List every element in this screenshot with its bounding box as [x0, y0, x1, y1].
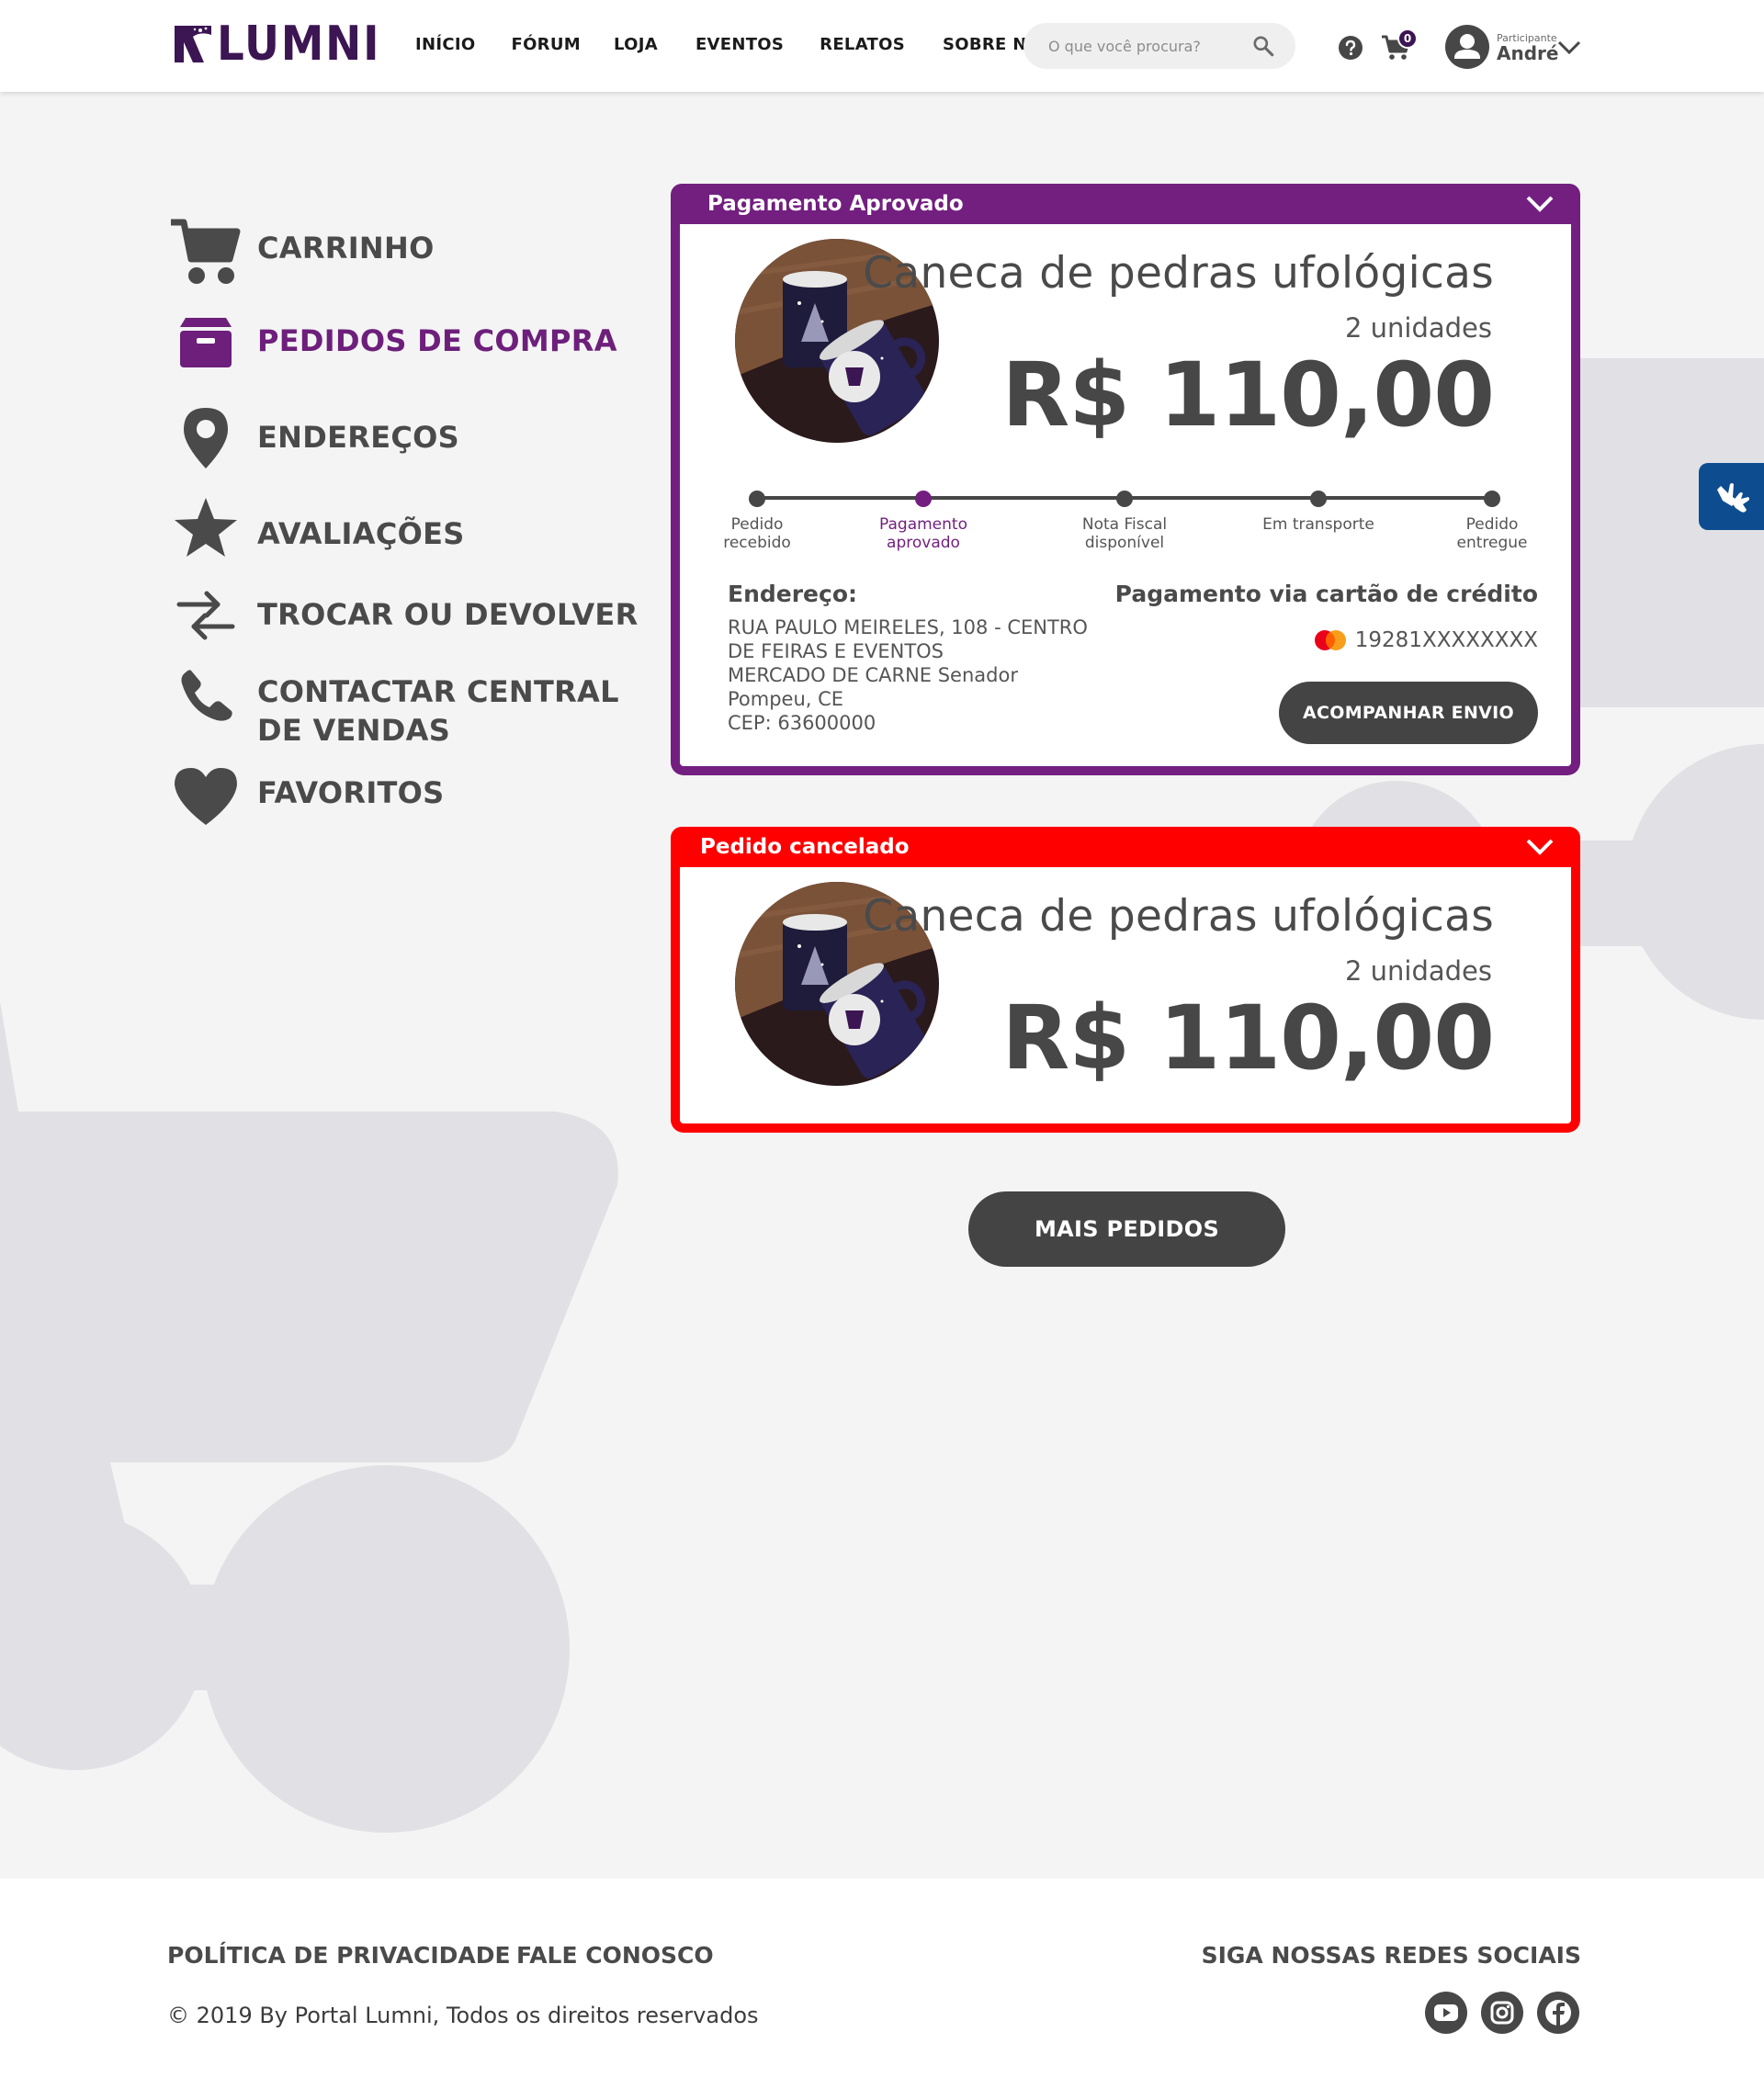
- sidebar-item-label: PEDIDOS DE COMPRA: [257, 323, 617, 358]
- contact-link[interactable]: FALE CONOSCO: [516, 1942, 714, 1969]
- lumni-logo[interactable]: LUMNI: [173, 20, 399, 68]
- user-avatar-icon[interactable]: [1444, 24, 1490, 70]
- nav-eventos[interactable]: EVENTOS: [695, 35, 784, 54]
- sign-language-widget[interactable]: [1699, 463, 1764, 530]
- star-icon: [175, 498, 237, 557]
- order-card-body: Caneca de pedras ufológicas 2 unidades R…: [680, 224, 1571, 766]
- cart-icon: [171, 219, 241, 284]
- progress-step-dot: [915, 491, 932, 507]
- progress-step-label: Pedido entregue: [1456, 515, 1528, 552]
- social-title: SIGA NOSSAS REDES SOCIAIS: [1201, 1942, 1581, 1969]
- user-name[interactable]: André: [1497, 42, 1558, 64]
- product-price: R$ 110,00: [1001, 344, 1495, 446]
- sign-language-hands-icon: [1716, 482, 1749, 513]
- progress-step-dot: [749, 491, 765, 507]
- instagram-icon[interactable]: [1480, 1991, 1524, 2035]
- address-line: RUA PAULO MEIRELES, 108 - CENTRO: [728, 616, 1088, 638]
- address-title: Endereço:: [728, 581, 858, 607]
- footer: POLÍTICA DE PRIVACIDADE FALE CONOSCO © 2…: [0, 1879, 1764, 2077]
- product-title: Caneca de pedras ufológicas: [863, 248, 1494, 299]
- sidebar-item-label: ENDEREÇOS: [257, 420, 459, 455]
- sidebar-item-label-line2: DE VENDAS: [257, 713, 451, 748]
- privacy-policy-link[interactable]: POLÍTICA DE PRIVACIDADE: [167, 1942, 511, 1969]
- order-status-text: Pedido cancelado: [700, 835, 910, 859]
- address-line: CEP: 63600000: [728, 712, 876, 734]
- product-units: 2 unidades: [1344, 955, 1492, 987]
- cart-count-badge: 0: [1397, 28, 1418, 49]
- mastercard-icon: [1315, 630, 1346, 650]
- nav-inicio[interactable]: INÍCIO: [415, 35, 475, 54]
- payment-title: Pagamento via cartão de crédito: [1114, 581, 1538, 607]
- exchange-arrows-icon: [176, 591, 235, 640]
- progress-step-dot: [1310, 491, 1327, 507]
- nav-forum[interactable]: FÓRUM: [511, 35, 581, 54]
- order-card-approved: Pagamento Aprovado Caneca de pedras ufol…: [671, 184, 1580, 775]
- sidebar-item-label: FAVORITOS: [257, 775, 445, 810]
- order-card-body: Caneca de pedras ufológicas 2 unidades R…: [680, 867, 1571, 1123]
- card-number: 19281XXXXXXXX: [1354, 628, 1538, 652]
- order-status-header[interactable]: Pedido cancelado: [671, 827, 1580, 867]
- more-orders-button[interactable]: MAIS PEDIDOS: [968, 1191, 1285, 1267]
- facebook-icon[interactable]: [1536, 1991, 1580, 2035]
- chevron-down-icon[interactable]: [1525, 195, 1555, 213]
- track-shipment-button[interactable]: ACOMPANHAR ENVIO: [1279, 682, 1538, 744]
- address-line: Pompeu, CE: [728, 688, 844, 710]
- address-line: MERCADO DE CARNE Senador: [728, 664, 1018, 686]
- sidebar-item-label: TROCAR OU DEVOLVER: [257, 597, 639, 632]
- order-status-text: Pagamento Aprovado: [707, 192, 964, 216]
- search-icon[interactable]: [1251, 34, 1275, 58]
- progress-step-dot: [1116, 491, 1133, 507]
- order-card-cancelled: Pedido cancelado Caneca de pedras ufológ…: [671, 827, 1580, 1133]
- product-price: R$ 110,00: [1001, 987, 1495, 1089]
- progress-step-label: Em transporte: [1262, 515, 1374, 534]
- heart-icon: [175, 768, 237, 825]
- top-header: LUMNI INÍCIO FÓRUM LOJA EVENTOS RELATOS …: [0, 0, 1764, 92]
- product-title: Caneca de pedras ufológicas: [863, 891, 1494, 942]
- lumni-logo-mark-icon: [175, 26, 211, 62]
- main-nav: INÍCIO FÓRUM LOJA EVENTOS RELATOS SOBRE …: [415, 35, 1088, 54]
- logo-text: LUMNI: [217, 17, 381, 72]
- product-units: 2 unidades: [1344, 312, 1492, 344]
- search-box: [1023, 23, 1295, 69]
- search-input[interactable]: [1046, 36, 1251, 56]
- sidebar-item-label: CARRINHO: [257, 231, 435, 265]
- youtube-icon[interactable]: [1424, 1991, 1468, 2035]
- sidebar-item-label: AVALIAÇÕES: [257, 516, 465, 551]
- order-status-header[interactable]: Pagamento Aprovado: [671, 184, 1580, 224]
- sidebar-item-label-line1: CONTACTAR CENTRAL: [257, 674, 619, 709]
- nav-relatos[interactable]: RELATOS: [820, 35, 905, 54]
- chevron-down-icon[interactable]: [1525, 838, 1555, 856]
- box-icon: [180, 318, 232, 367]
- location-pin-icon: [184, 408, 228, 468]
- nav-loja[interactable]: LOJA: [614, 35, 658, 54]
- help-icon[interactable]: [1338, 35, 1363, 61]
- progress-step-label: Nota Fiscal disponível: [1081, 515, 1168, 552]
- phone-icon: [181, 670, 232, 721]
- progress-step-dot: [1484, 491, 1500, 507]
- chevron-down-icon[interactable]: [1556, 39, 1582, 57]
- progress-step-label: Pagamento aprovado: [879, 515, 967, 552]
- address-line: DE FEIRAS E EVENTOS: [728, 640, 944, 662]
- progress-step-label: Pedido recebido: [723, 515, 791, 552]
- copyright-text: © 2019 By Portal Lumni, Todos os direito…: [167, 2003, 759, 2028]
